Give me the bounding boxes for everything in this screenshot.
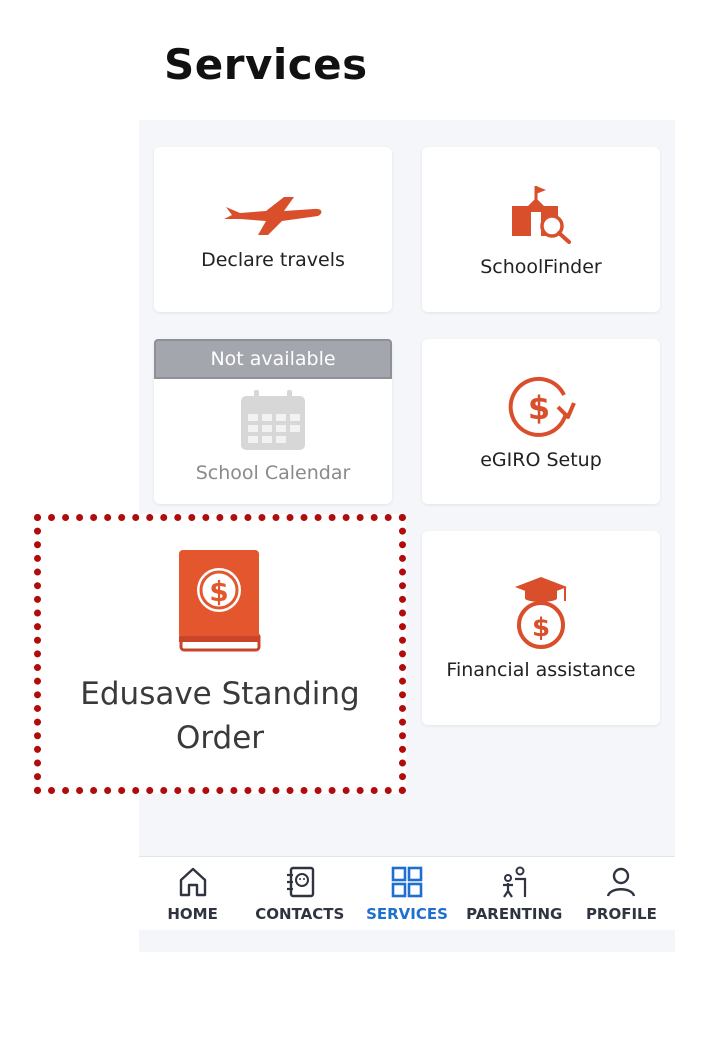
grid-icon: [391, 866, 423, 898]
tab-label: HOME: [167, 905, 218, 923]
tab-label: PARENTING: [466, 905, 563, 923]
svg-text:$: $: [528, 389, 550, 427]
service-label: School Calendar: [195, 461, 351, 484]
home-icon: [179, 867, 206, 897]
airplane-icon: [224, 196, 322, 235]
calendar-icon: [241, 389, 305, 450]
not-available-badge: Not available: [154, 339, 392, 379]
tab-home[interactable]: HOME: [139, 857, 246, 931]
money-bag-graduation-icon: $: [515, 577, 567, 649]
dollar-book-icon: $: [179, 550, 261, 652]
tab-label: SERVICES: [366, 905, 448, 923]
tab-profile[interactable]: PROFILE: [568, 857, 675, 931]
bottom-safe-area: [139, 930, 675, 952]
bottom-tab-bar: HOME CONTACTS SERVICES PARENTING PROFILE: [139, 856, 675, 931]
dollar-refresh-icon: $: [508, 376, 576, 437]
service-label: Declare travels: [201, 248, 345, 271]
tab-label: CONTACTS: [255, 905, 345, 923]
service-label: SchoolFinder: [480, 255, 602, 278]
edusave-standing-order-callout[interactable]: $ Edusave Standing Order: [34, 514, 406, 794]
page-title: Services: [164, 40, 368, 89]
person-icon: [607, 867, 636, 897]
contacts-book-icon: [286, 866, 314, 898]
tab-contacts[interactable]: CONTACTS: [246, 857, 353, 931]
service-card-egiro-setup[interactable]: $ eGIRO Setup: [422, 339, 660, 504]
service-card-declare-travels[interactable]: Declare travels: [154, 147, 392, 312]
service-label: eGIRO Setup: [480, 448, 602, 471]
tab-label: PROFILE: [585, 905, 657, 923]
edusave-standing-order-label: Edusave Standing Order: [80, 676, 360, 756]
parent-child-icon: [503, 866, 527, 898]
tab-parenting[interactable]: PARENTING: [461, 857, 568, 931]
tab-services[interactable]: SERVICES: [353, 857, 460, 931]
svg-text:$: $: [209, 575, 228, 608]
school-search-icon: [512, 185, 571, 244]
service-card-school-calendar: Not available School Calendar: [154, 339, 392, 504]
svg-text:$: $: [532, 613, 550, 643]
service-card-schoolfinder[interactable]: SchoolFinder: [422, 147, 660, 312]
service-label: Financial assistance: [446, 659, 636, 681]
service-card-financial-assistance[interactable]: $ Financial assistance: [422, 531, 660, 725]
